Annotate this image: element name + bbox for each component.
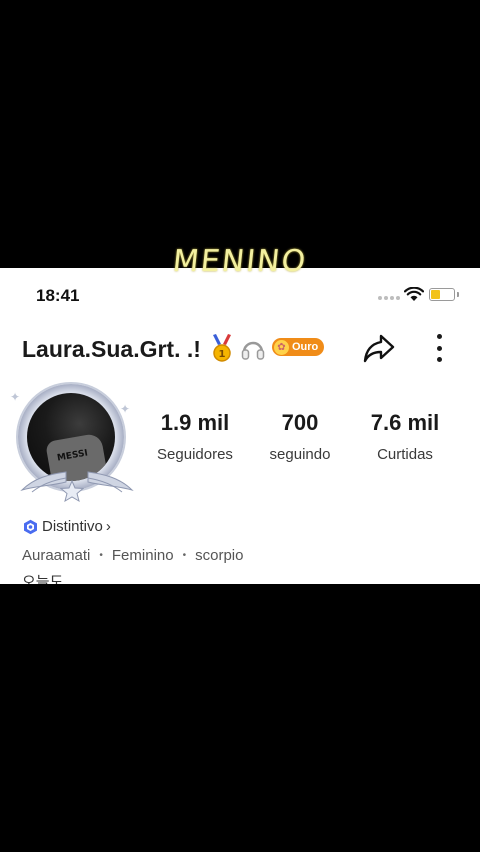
sparkle-icon: ✦ — [120, 402, 131, 416]
badge-link-label: Distintivo — [42, 518, 103, 535]
battery-icon — [429, 288, 459, 301]
more-dot — [436, 345, 442, 351]
tag-zodiac[interactable]: scorpio — [195, 547, 243, 564]
profile-stats: 1.9 mil Seguidores 700 seguindo 7.6 mil … — [145, 410, 480, 470]
sparkle-icon: ✦ — [10, 390, 21, 404]
tag-gender[interactable]: Feminino — [112, 547, 174, 564]
stat-label: seguindo — [269, 446, 331, 463]
stat-following[interactable]: 700 seguindo — [255, 410, 345, 463]
stat-value: 1.9 mil — [160, 410, 230, 435]
stat-label: Curtidas — [377, 446, 433, 463]
profile-username: Laura.Sua.Grt. .! — [22, 336, 201, 362]
avatar[interactable]: MESSI ✦ ✦ — [10, 380, 134, 504]
profile-tags: Auraamati • Feminino • scorpio — [22, 547, 243, 564]
profile-bio: 오늘도 — [22, 574, 64, 584]
battery-level — [431, 290, 440, 299]
headphones-icon — [241, 341, 265, 360]
signal-icon — [378, 296, 400, 300]
video-caption-overlay: MENINO — [171, 244, 309, 279]
status-time: 18:41 — [36, 286, 80, 305]
more-dot — [436, 334, 442, 339]
gold-badge-icon: ✿ — [274, 339, 289, 355]
more-dot — [436, 357, 442, 362]
share-icon[interactable] — [362, 331, 396, 365]
chevron-right-icon: › — [105, 518, 111, 535]
wifi-icon — [404, 287, 424, 301]
stat-followers[interactable]: 1.9 mil Seguidores — [145, 410, 245, 463]
profile-screen: 18:41 Laura.Sua.Grt. .! 1 ✿ Ouro MESSI ✦… — [0, 268, 480, 584]
tag-separator: • — [99, 550, 103, 561]
stat-value: 7.6 mil — [370, 410, 440, 435]
svg-text:1: 1 — [219, 349, 226, 360]
stat-value: 700 — [281, 410, 319, 435]
gold-badge-label: Ouro — [292, 341, 319, 353]
right-wing-icon — [87, 471, 134, 493]
gold-rank-badge[interactable]: ✿ Ouro — [272, 338, 325, 356]
badge-link[interactable]: Distintivo › — [23, 518, 111, 535]
badge-hexagon-icon — [24, 519, 37, 534]
more-options-button[interactable] — [430, 334, 448, 362]
profile-header: Laura.Sua.Grt. .! 1 ✿ Ouro — [0, 328, 480, 368]
medal-icon: 1 — [213, 334, 231, 362]
stat-likes[interactable]: 7.6 mil Curtidas — [360, 410, 450, 463]
stat-label: Seguidores — [157, 446, 233, 463]
star-icon — [60, 480, 84, 502]
tag-separator: • — [182, 550, 187, 561]
tag-name[interactable]: Auraamati — [22, 547, 90, 564]
